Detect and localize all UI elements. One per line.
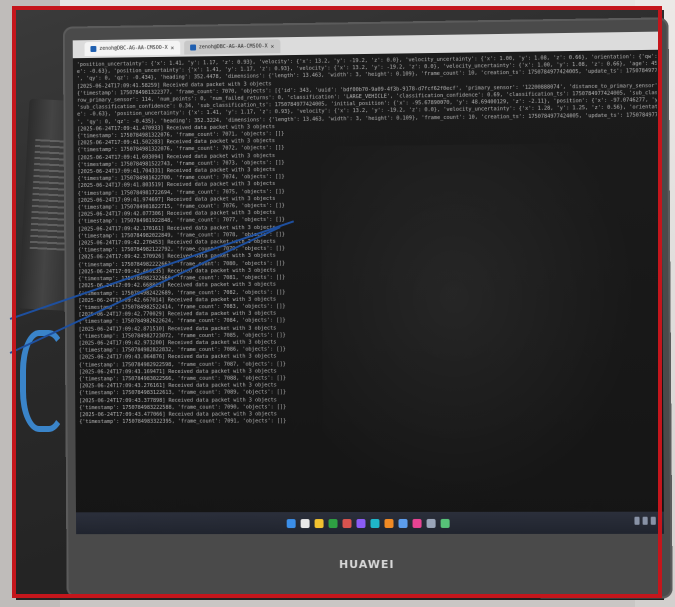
tab-label: zenoh@DBC-AG-AA-CMSOO-X: [99, 44, 168, 52]
taskbar-app-icon[interactable]: [412, 518, 422, 528]
screen-glare: [320, 142, 656, 527]
close-icon[interactable]: ×: [271, 43, 275, 50]
taskbar-app-icon[interactable]: [397, 518, 408, 528]
terminal-icon: [90, 45, 97, 53]
laptop-monitor: zenoh@DBC-AG-AA-CMSOO-X × zenoh@DBC-AG-A…: [62, 17, 673, 599]
taskbar-app-icon[interactable]: [328, 518, 338, 528]
taskbar: [75, 511, 665, 535]
taskbar-app-icon[interactable]: [341, 518, 352, 528]
monitor-brand-logo: HUAWEI: [338, 558, 395, 572]
taskbar-app-icon[interactable]: [355, 518, 366, 528]
photo-scene: zenoh@DBC-AG-AA-CMSOO-X × zenoh@DBC-AG-A…: [0, 0, 675, 607]
close-icon[interactable]: ×: [171, 44, 175, 51]
tray-icon[interactable]: [650, 516, 656, 525]
taskbar-app-icon[interactable]: [383, 518, 394, 528]
tab-label: zenoh@DBC-AG-AA-CMSOO-X: [198, 43, 268, 51]
taskbar-app-icon[interactable]: [440, 518, 450, 528]
taskbar-app-icon[interactable]: [314, 518, 324, 528]
system-tray: [634, 516, 656, 525]
taskbar-app-icon[interactable]: [300, 518, 310, 528]
taskbar-app-icon[interactable]: [286, 518, 296, 528]
tray-icon[interactable]: [634, 516, 640, 525]
taskbar-app-icon[interactable]: [369, 518, 380, 528]
terminal-icon: [189, 44, 196, 51]
taskbar-app-icon[interactable]: [426, 518, 436, 528]
terminal-tab-1[interactable]: zenoh@DBC-AG-AA-CMSOO-X ×: [84, 40, 181, 57]
tray-icon[interactable]: [642, 516, 648, 525]
terminal-tab-2[interactable]: zenoh@DBC-AG-AA-CMSOO-X ×: [184, 39, 281, 55]
